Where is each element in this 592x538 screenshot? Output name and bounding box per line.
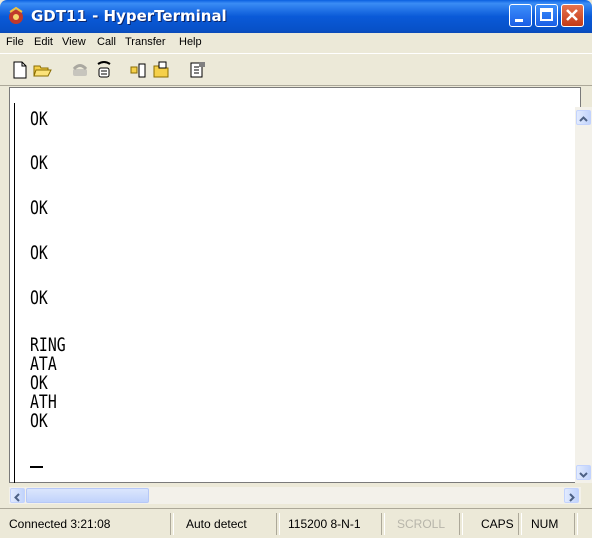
disconnect-phone-icon[interactable] <box>94 60 114 80</box>
terminal-line: OK <box>30 287 48 309</box>
properties-icon[interactable] <box>188 60 208 80</box>
receive-file-icon[interactable] <box>151 60 171 80</box>
horizontal-scroll-thumb[interactable] <box>26 488 149 503</box>
horizontal-scrollbar[interactable] <box>9 487 581 504</box>
window-title: GDT11 - HyperTerminal <box>31 7 227 25</box>
terminal-line: OK <box>30 108 48 130</box>
status-separator <box>518 513 522 535</box>
connection-time-status: Connected 3:21:08 <box>9 517 111 531</box>
scroll-up-button[interactable] <box>576 110 591 125</box>
open-folder-icon[interactable] <box>32 60 52 80</box>
terminal-left-edge <box>14 103 15 483</box>
vertical-scrollbar[interactable] <box>575 107 592 483</box>
hyperterminal-window: GDT11 - HyperTerminal File Edit View Cal… <box>0 0 592 538</box>
close-icon <box>566 9 578 21</box>
send-file-icon[interactable] <box>129 60 149 80</box>
num-lock-status: NUM <box>531 517 559 531</box>
detect-status: Auto detect <box>186 517 247 531</box>
status-bar: Connected 3:21:08 Auto detect 115200 8-N… <box>0 508 592 538</box>
menu-call[interactable]: Call <box>97 36 116 48</box>
close-button[interactable] <box>561 4 584 27</box>
terminal-area[interactable] <box>9 87 581 483</box>
title-bar[interactable]: GDT11 - HyperTerminal <box>0 0 592 33</box>
scroll-left-button[interactable] <box>10 488 25 503</box>
status-separator <box>170 513 174 535</box>
hyperterminal-app-icon[interactable] <box>6 6 26 26</box>
scroll-down-button[interactable] <box>576 465 591 480</box>
caps-lock-status: CAPS <box>481 517 514 531</box>
toolbar <box>0 53 592 86</box>
status-separator <box>276 513 280 535</box>
status-separator <box>381 513 385 535</box>
terminal-line: OK <box>30 242 48 264</box>
menu-help[interactable]: Help <box>179 36 202 48</box>
menu-view[interactable]: View <box>62 36 86 48</box>
status-separator <box>459 513 463 535</box>
menu-bar: File Edit View Call Transfer Help <box>0 33 592 53</box>
maximize-icon <box>540 8 553 21</box>
minimize-icon <box>515 19 523 22</box>
chevron-down-icon <box>579 472 588 478</box>
chevron-left-icon <box>14 493 20 502</box>
minimize-button[interactable] <box>509 4 532 27</box>
chevron-up-icon <box>579 116 588 122</box>
menu-transfer[interactable]: Transfer <box>125 36 166 48</box>
scroll-right-button[interactable] <box>564 488 579 503</box>
port-settings-status: 115200 8-N-1 <box>288 517 361 531</box>
terminal-line: OK <box>30 410 48 432</box>
terminal-line: OK <box>30 197 48 219</box>
text-cursor <box>30 466 43 468</box>
chevron-right-icon <box>569 493 575 502</box>
scroll-lock-status: SCROLL <box>397 517 446 531</box>
terminal-line: OK <box>30 152 48 174</box>
connect-phone-icon[interactable] <box>70 60 90 80</box>
new-document-icon[interactable] <box>10 60 30 80</box>
menu-file[interactable]: File <box>6 36 24 48</box>
maximize-button[interactable] <box>535 4 558 27</box>
menu-edit[interactable]: Edit <box>34 36 53 48</box>
status-separator <box>574 513 578 535</box>
